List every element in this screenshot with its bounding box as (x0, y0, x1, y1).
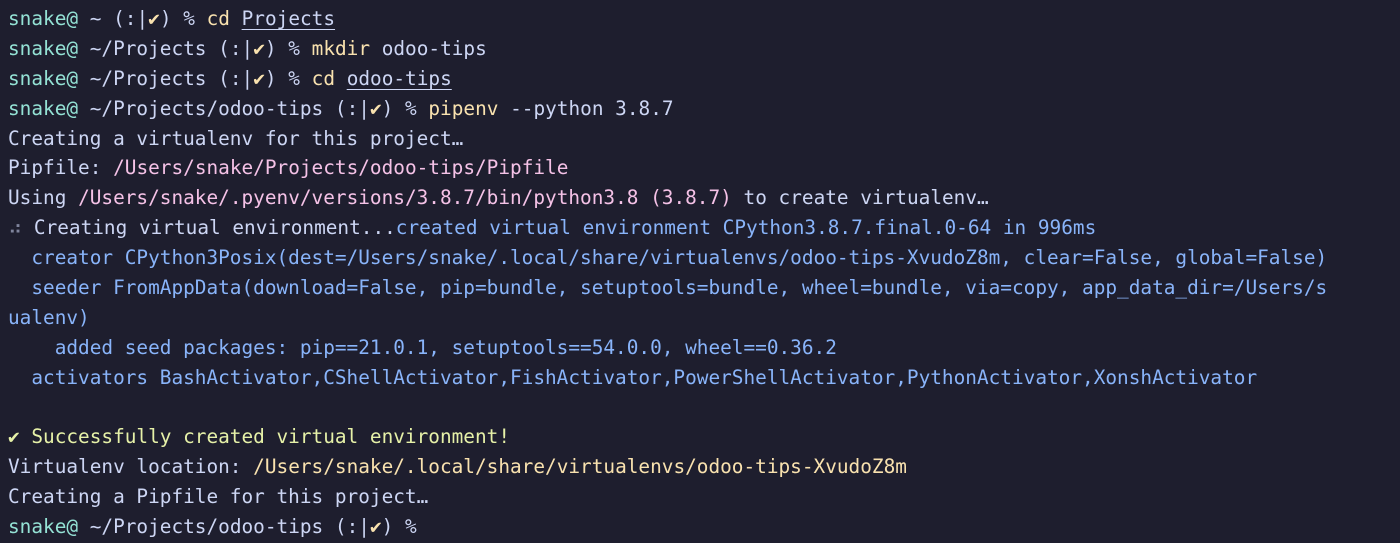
check-icon: ✔ (369, 515, 382, 539)
command: mkdir (311, 36, 371, 60)
terminal-line: snake@ ~/Projects (:|✔) % mkdir odoo-tip… (8, 34, 1400, 64)
output-line: activators BashActivator,CShellActivator… (8, 365, 1258, 389)
prompt-status: (:| (218, 36, 254, 60)
command: cd (311, 66, 335, 90)
python-path: /Users/snake/.pyenv/versions/3.8.7/bin/p… (78, 186, 639, 210)
prompt-status-close: ) (159, 7, 172, 30)
python-version: (3.8.7) (650, 186, 732, 210)
command-arg: Projects (241, 7, 336, 30)
output-line: seeder FromAppData(download=False, pip=b… (8, 276, 1328, 300)
check-icon: ✔ (253, 36, 265, 60)
output-text: to create virtualenv… (743, 186, 989, 210)
output-line: ualenv) (8, 305, 90, 329)
prompt-symbol: % (405, 515, 417, 539)
prompt-symbol: % (183, 7, 195, 30)
venv-label: Virtualenv location: (8, 455, 242, 479)
output-text: Using (8, 186, 67, 210)
venv-path: /Users/snake/.local/share/virtualenvs/od… (253, 455, 907, 479)
spinner-icon: ⠴ (8, 216, 23, 240)
prompt-status: (:| (113, 7, 149, 30)
success-line: ✔ Successfully created virtual environme… (8, 425, 510, 449)
prompt-path: ~/Projects (89, 36, 207, 60)
prompt-status: (:| (334, 515, 370, 539)
prompt-status-close: ) (264, 66, 277, 90)
check-icon: ✔ (369, 96, 382, 120)
pipfile-label: Pipfile: (8, 156, 102, 180)
prompt-path: ~/Projects/odoo-tips (89, 96, 324, 120)
prompt-user: snake@ (8, 96, 79, 120)
command: pipenv (428, 96, 499, 120)
terminal-line: snake@ ~/Projects/odoo-tips (:|✔) % pipe… (8, 94, 1400, 124)
prompt-user: snake@ (8, 515, 79, 539)
check-icon: ✔ (148, 7, 160, 30)
output-line: creator CPython3Posix(dest=/Users/snake/… (8, 246, 1328, 270)
prompt-path: ~ (89, 7, 102, 30)
output-line: Virtualenv location: /Users/snake/.local… (8, 452, 1400, 482)
check-icon: ✔ (253, 66, 265, 90)
command-arg: odoo-tips (346, 66, 452, 90)
prompt-status-close: ) (264, 36, 277, 60)
prompt-user: snake@ (8, 36, 79, 60)
prompt-user: snake@ (8, 7, 79, 30)
prompt-status-close: ) (381, 515, 394, 539)
command: cd (206, 7, 230, 30)
prompt-status: (:| (334, 96, 370, 120)
output-line: added seed packages: pip==21.0.1, setupt… (8, 335, 837, 359)
prompt-symbol: % (288, 66, 300, 90)
terminal-line: snake@ ~/Projects/odoo-tips (:|✔) % (8, 512, 1400, 542)
output-line: Creating a virtualenv for this project… (8, 126, 464, 150)
terminal-line: snake@ ~ (:|✔) % cd Projects (8, 4, 1400, 34)
prompt-path: ~/Projects (89, 66, 207, 90)
output-line: Creating a Pipfile for this project… (8, 485, 429, 509)
prompt-user: snake@ (8, 66, 79, 90)
output-text: Creating virtual environment... (33, 216, 396, 240)
command-arg: odoo-tips (381, 36, 487, 60)
output-line: Using /Users/snake/.pyenv/versions/3.8.7… (8, 183, 1400, 213)
prompt-status-close: ) (381, 96, 394, 120)
output-info: created virtual environment CPython3.8.7… (395, 216, 1097, 240)
terminal-line: snake@ ~/Projects (:|✔) % cd odoo-tips (8, 64, 1400, 94)
output-line: Pipfile: /Users/snake/Projects/odoo-tips… (8, 153, 1400, 183)
prompt-status: (:| (218, 66, 254, 90)
prompt-symbol: % (288, 36, 300, 60)
output-line: ⠴ Creating virtual environment...created… (8, 213, 1400, 243)
prompt-path: ~/Projects/odoo-tips (89, 515, 324, 539)
command-arg: --python 3.8.7 (510, 96, 674, 120)
prompt-symbol: % (405, 96, 417, 120)
pipfile-path: /Users/snake/Projects/odoo-tips/Pipfile (113, 156, 569, 180)
terminal-output[interactable]: snake@ ~ (:|✔) % cd Projects snake@ ~/Pr… (0, 0, 1400, 542)
